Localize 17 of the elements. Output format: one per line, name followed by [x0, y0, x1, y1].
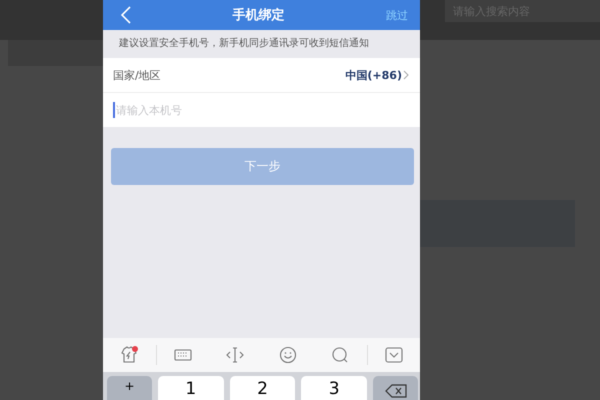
country-value: 中国(+86) [345, 68, 402, 82]
cursor-icon[interactable] [225, 345, 246, 365]
shirt-icon[interactable] [119, 345, 140, 365]
plus-key[interactable]: + [107, 376, 152, 400]
country-label: 国家/地区 [113, 68, 161, 82]
digit-key[interactable]: 1 [158, 376, 224, 400]
hint-text: 建议设置安全手机号，新手机同步通讯录可收到短信通知 [118, 36, 370, 51]
screen-title: 手机绑定 [232, 6, 286, 24]
collapse-icon[interactable] [384, 345, 404, 365]
digit-key[interactable]: 3 [301, 376, 368, 400]
digit-key[interactable]: 2 [230, 376, 296, 400]
delete-key[interactable] [373, 376, 418, 400]
back-icon[interactable] [121, 6, 131, 24]
chevron-icon [403, 70, 409, 80]
country-row[interactable]: 国家/地区 中国(+86) [103, 58, 420, 93]
backspace-icon [384, 384, 407, 398]
smiley-icon[interactable] [278, 345, 298, 365]
